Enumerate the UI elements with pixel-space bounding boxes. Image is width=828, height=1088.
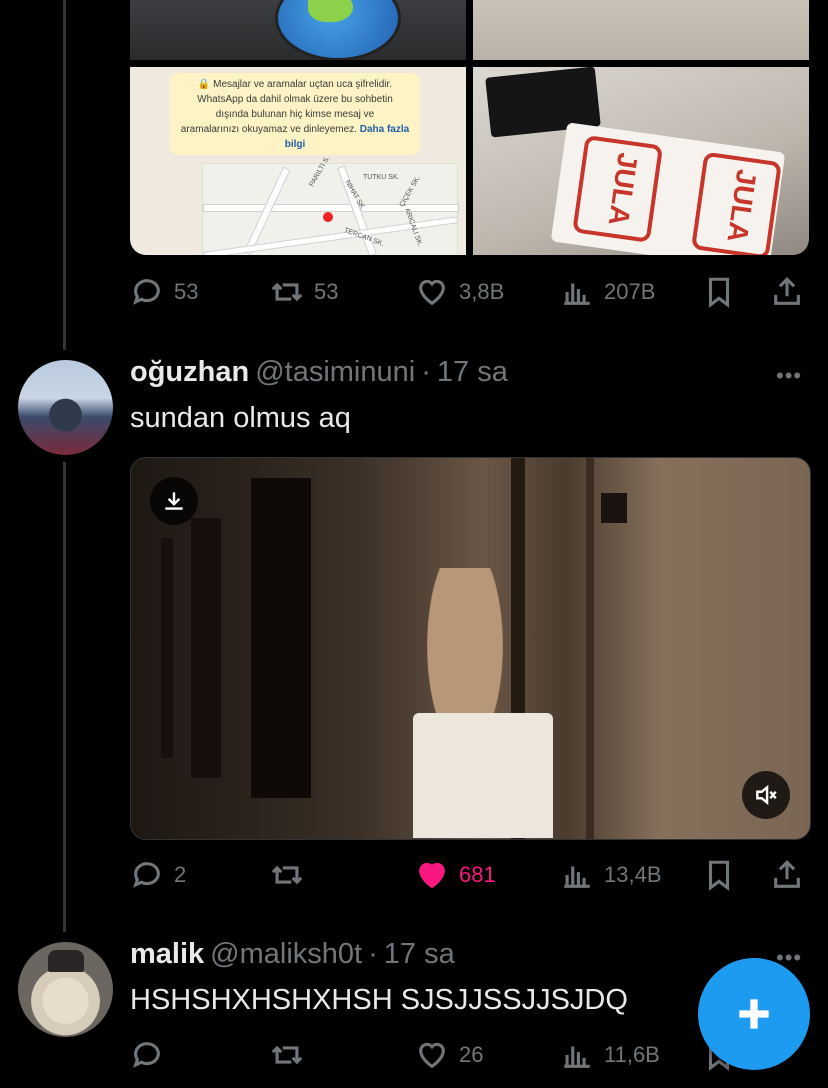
separator-dot: · [368,938,378,970]
share-icon [774,277,800,305]
repost-button[interactable] [270,1035,314,1075]
bookmark-icon [708,860,730,891]
reply-button[interactable] [130,1035,174,1075]
thread-line-top [63,0,66,350]
download-icon [165,492,183,510]
repost-icon [271,865,303,885]
avatar[interactable] [18,360,113,455]
share-icon [774,860,800,888]
views-count: 11,6B [604,1042,660,1067]
banner-line-3: dışında bulunan hiç kimse mesaj ve [215,109,375,120]
map-pin-icon [323,212,333,222]
views-button[interactable]: 207B [560,272,655,312]
thread-line-middle [63,462,66,932]
timestamp[interactable]: 17 sa [384,938,455,971]
reply-count: 2 [174,862,187,887]
download-button[interactable] [150,477,198,525]
media-image-shopping-bag[interactable]: JULA JULA [473,67,809,255]
map-label: PARILTI S. [308,155,332,188]
views-button[interactable]: 13,4B [560,855,662,895]
banner-line-2: WhatsApp da dahil olmak üzere bu sohbeti… [197,94,393,105]
share-button[interactable] [770,855,804,895]
like-button[interactable]: 3,8B [415,272,504,312]
banner-line-1: 🔒 Mesajlar ve aramalar uçtan uca şifreli… [197,79,393,90]
plus-icon [739,999,769,1029]
tweet-actions: 2 681 13,4B [130,855,810,895]
repost-icon [271,1045,303,1065]
heart-icon [419,1042,445,1069]
user-handle[interactable]: @maliksh0t [210,938,362,971]
avatar[interactable] [18,942,113,1037]
video-player[interactable] [130,457,811,840]
heart-filled-icon [419,862,445,889]
globe-illustration [275,0,401,60]
jula-logo: JULA [691,151,782,255]
views-icon [564,866,590,888]
media-image-whatsapp[interactable]: 🔒 Mesajlar ve aramalar uçtan uca şifreli… [130,67,466,255]
repost-count: 53 [314,279,339,304]
repost-icon [271,282,303,302]
separator-dot: · [421,356,431,388]
like-button[interactable]: 681 [415,855,496,895]
reply-icon [133,279,160,305]
repost-button[interactable]: 53 [270,272,338,312]
media-image-floor[interactable] [473,0,809,60]
repost-button[interactable] [270,855,314,895]
views-button[interactable]: 11,6B [560,1035,660,1075]
share-button[interactable] [770,272,804,312]
media-image-globe[interactable] [130,0,466,60]
jula-bag: JULA JULA [550,122,786,255]
views-icon [564,283,590,305]
like-count: 681 [459,862,496,887]
tweet-header: oğuzhan @tasiminuni · 17 sa [130,356,508,392]
timestamp[interactable]: 17 sa [437,356,508,389]
heart-icon [419,279,445,306]
display-name[interactable]: malik [130,938,204,971]
user-handle[interactable]: @tasiminuni [255,356,415,389]
reply-count: 53 [174,279,199,304]
bookmark-icon [708,277,730,308]
video-towel [413,713,553,838]
banner-line-4: aramalarınızı okuyamaz ve dinleyemez. Da… [180,124,410,150]
like-count: 26 [459,1042,484,1067]
whatsapp-encryption-banner: 🔒 Mesajlar ve aramalar uçtan uca şifreli… [170,73,420,155]
mute-button[interactable] [742,771,790,819]
tweet-actions: 53 53 3,8B 207B [130,272,810,312]
compose-tweet-button[interactable] [698,958,810,1070]
like-count: 3,8B [459,279,505,304]
media-grid[interactable]: 🔒 Mesajlar ve aramalar uçtan uca şifreli… [130,0,809,255]
more-options-icon[interactable]: ••• [776,363,802,389]
views-count: 13,4B [604,862,662,887]
reply-button[interactable]: 2 [130,855,186,895]
display-name[interactable]: oğuzhan [130,356,249,389]
views-count: 207B [604,279,656,304]
jula-logo: JULA [572,134,664,243]
map-label: TUTKU SK. [363,174,400,181]
bookmark-button[interactable] [702,855,736,895]
like-button[interactable]: 26 [415,1035,483,1075]
reply-icon [133,1042,160,1068]
tweet-text: HSHSHXHSHXHSH SJSJJSSJJSJDQ [130,984,628,1016]
tweet-text: sundan olmus aq [130,402,351,434]
map-thumbnail: TUTKU SK. PARILTI S. NİHAT SK. ÇİÇEK SK.… [202,155,459,255]
reply-button[interactable]: 53 [130,272,198,312]
muted-speaker-icon [756,784,777,806]
views-icon [564,1046,590,1068]
bookmark-button[interactable] [702,272,736,312]
reply-icon [133,862,160,888]
tweet-header: malik @maliksh0t · 17 sa [130,938,455,974]
